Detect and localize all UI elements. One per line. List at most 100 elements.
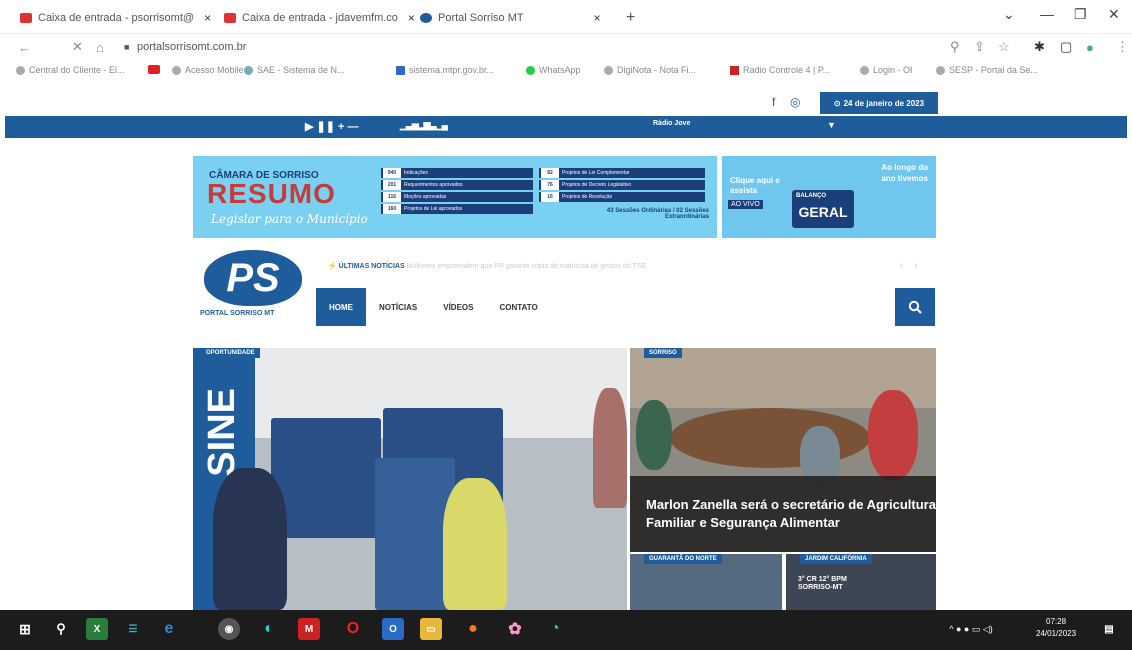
thumb-article[interactable]: GUARANTÃ DO NORTE <box>630 554 782 610</box>
site-logo[interactable]: PS PORTAL SORRISO MT <box>200 250 308 322</box>
excel-icon[interactable]: X <box>86 618 108 640</box>
file-explorer-icon[interactable]: ▭ <box>420 618 442 640</box>
camara-resumo-banner[interactable]: CÂMARA DE SORRISO RESUMO Legislar para o… <box>193 156 717 238</box>
top-strip: f ◎ ⊙ 24 de janeiro de 2023 <box>0 92 1132 114</box>
outlook-icon[interactable]: O <box>382 618 404 640</box>
bookmark-item[interactable]: Login - OI <box>860 65 913 75</box>
menu-kebab-icon[interactable]: ⋮ <box>1116 39 1129 55</box>
chevron-left-icon[interactable]: ‹ <box>900 260 903 271</box>
star-icon[interactable]: ☆ <box>998 39 1010 55</box>
zoom-icon[interactable]: ⚲ <box>950 39 960 55</box>
instagram-icon[interactable]: ◎ <box>790 95 800 109</box>
stat-row: 160 Projetos de Lei aprovados <box>381 204 533 214</box>
stat-row: 116 Moções aprovadas <box>381 192 533 202</box>
close-window-icon[interactable]: ✕ <box>1108 6 1120 23</box>
menu-videos[interactable]: VÍDEOS <box>430 288 486 326</box>
tab-label: Caixa de entrada - jdavemfm.co <box>242 12 398 24</box>
bookmark-item[interactable]: SESP - Portal da Se... <box>936 65 1038 75</box>
extensions-icon[interactable]: ✱ <box>1034 39 1045 55</box>
browser-tab-strip: Caixa de entrada - psorrisomt@ × Caixa d… <box>0 0 1132 34</box>
app-icon[interactable]: ✿ <box>504 618 526 640</box>
globe-icon <box>16 65 25 75</box>
sessions-text: 43 Sessões Ordinárias / 02 Sessões Extra… <box>606 208 709 220</box>
stat-row: 76 Projetos de Decreto Legislativo <box>539 180 705 190</box>
maximize-icon[interactable]: ❐ <box>1074 6 1087 23</box>
home-icon[interactable]: ⌂ <box>96 40 104 55</box>
taskbar-clock[interactable]: 07:28 24/01/2023 <box>1036 616 1076 640</box>
minimize-icon[interactable]: — <box>1040 6 1054 22</box>
facebook-icon[interactable]: f <box>772 95 775 109</box>
category-tag[interactable]: SORRISO <box>644 348 682 358</box>
reload-stop-icon[interactable]: ✕ <box>72 39 83 55</box>
bookmark-item[interactable]: Acesso Mobile <box>172 65 244 75</box>
youtube-icon <box>148 65 160 74</box>
thumb-article[interactable]: JARDIM CALIFÓRNIA 3° CR 12° BPM SORRISO-… <box>786 554 936 610</box>
menu-noticias[interactable]: NOTÍCIAS <box>366 288 430 326</box>
gmail-taskbar-icon[interactable]: M <box>298 618 320 640</box>
ticker-arrows: ‹ › <box>900 260 917 271</box>
menu-contato[interactable]: CONTATO <box>486 288 550 326</box>
bookmark-item[interactable]: sistema.mtpr.gov.br... <box>396 65 494 75</box>
lock-icon: ■ <box>124 42 130 52</box>
windows-start-icon[interactable]: ⊞ <box>14 618 36 640</box>
bookmark-item[interactable]: Radio Controle 4 | P... <box>730 65 830 75</box>
category-tag[interactable]: OPORTUNIDADE <box>201 348 260 358</box>
headline-overlay: Marlon Zanella será o secretário de Agri… <box>630 476 936 552</box>
close-tab-icon[interactable]: × <box>204 11 211 25</box>
side-photo-person <box>636 400 672 470</box>
bolt-icon: ⚡ <box>328 263 337 270</box>
bookmark-item[interactable]: DigiNota - Nota Fi... <box>604 65 696 75</box>
bookmark-item[interactable]: SAE - Sistema de N... <box>244 65 345 75</box>
category-tag[interactable]: JARDIM CALIFÓRNIA <box>800 554 872 564</box>
hero-article[interactable]: SINE OPORTUNIDADE <box>193 348 627 610</box>
side-photo-person <box>868 390 918 480</box>
internet-explorer-icon[interactable]: e <box>158 618 180 640</box>
stat-row: 16 Projetos de Resolução <box>539 192 705 202</box>
latest-news-ticker[interactable]: ⚡ ÚLTIMAS NOTÍCIAS Mulheres empreendem q… <box>328 262 646 270</box>
search-button[interactable] <box>895 288 935 326</box>
gmail-icon <box>224 13 236 23</box>
balanco-geral-badge: BALANÇO GERAL <box>792 190 854 228</box>
tab-gmail-2[interactable]: Caixa de entrada - jdavemfm.co × <box>224 6 415 30</box>
sidebar-icon[interactable]: ▢ <box>1060 39 1072 55</box>
system-tray[interactable]: ^ ● ● ▭ ◁) <box>936 618 1006 640</box>
new-tab-button[interactable]: + <box>626 6 635 30</box>
edge-icon[interactable]: ◐ <box>258 618 280 640</box>
profile-icon[interactable]: ● <box>1086 40 1094 55</box>
close-tab-icon[interactable]: × <box>408 11 415 25</box>
tab-gmail-1[interactable]: Caixa de entrada - psorrisomt@ × <box>20 6 211 30</box>
app-icon[interactable]: ◔ <box>544 618 566 640</box>
task-view-icon[interactable]: ☰ <box>122 618 144 640</box>
menu-home[interactable]: HOME <box>316 288 366 326</box>
tab-portal[interactable]: Portal Sorriso MT × <box>420 6 608 30</box>
tab-search-icon[interactable]: ⌄ <box>1003 6 1015 23</box>
side-article[interactable]: SORRISO Marlon Zanella será o secretário… <box>630 348 936 552</box>
share-icon[interactable]: ⇪ <box>974 39 985 55</box>
banner-slogan: Legislar para o Município <box>211 212 368 226</box>
url-text[interactable]: portalsorrisomt.com.br <box>137 41 246 53</box>
category-tag[interactable]: GUARANTÃ DO NORTE <box>644 554 722 564</box>
ticker-text: Mulheres empreendem que PR garante cópia… <box>406 263 647 270</box>
side-headline[interactable]: Marlon Zanella será o secretário de Agri… <box>646 496 936 532</box>
player-controls[interactable]: ▶ ❚❚ + — <box>305 120 359 133</box>
close-tab-icon[interactable]: × <box>594 11 601 25</box>
bookmark-item[interactable]: Central do Cliente - El... <box>16 65 125 75</box>
opera-icon[interactable]: O <box>342 618 364 640</box>
bookmarks-bar: Central do Cliente - El... Acesso Mobile… <box>0 62 1132 82</box>
search-icon[interactable]: ⚲ <box>50 618 72 640</box>
bookmark-youtube[interactable] <box>148 65 164 74</box>
current-date: 24 de janeiro de 2023 <box>843 98 925 108</box>
web-page: f ◎ ⊙ 24 de janeiro de 2023 ▶ ❚❚ + — ▁▃▅… <box>0 84 1132 610</box>
firefox-icon[interactable]: ● <box>462 618 484 640</box>
address-bar-row: ← ✕ ⌂ ■ portalsorrisomt.com.br ⚲ ⇪ ☆ ✱ ▢… <box>0 34 1132 60</box>
live-badge: AO VIVO <box>728 200 763 209</box>
windows-taskbar: ⊞ ⚲ X ☰ e ◉ ◐ M O O ▭ ● ✿ ◔ ^ ● ● ▭ ◁) 0… <box>0 610 1132 650</box>
notifications-icon[interactable]: ▤ <box>1098 618 1120 640</box>
balanco-geral-banner[interactable]: Clique aqui e assista AO VIVO BALANÇO GE… <box>722 156 936 238</box>
whatsapp-icon <box>526 65 535 75</box>
back-icon[interactable]: ← <box>18 40 31 55</box>
chevron-right-icon[interactable]: › <box>914 260 917 271</box>
stat-row: 201 Requerimentos aprovados <box>381 180 533 190</box>
chrome-icon[interactable]: ◉ <box>218 618 240 640</box>
bookmark-item[interactable]: WhatsApp <box>526 65 581 75</box>
